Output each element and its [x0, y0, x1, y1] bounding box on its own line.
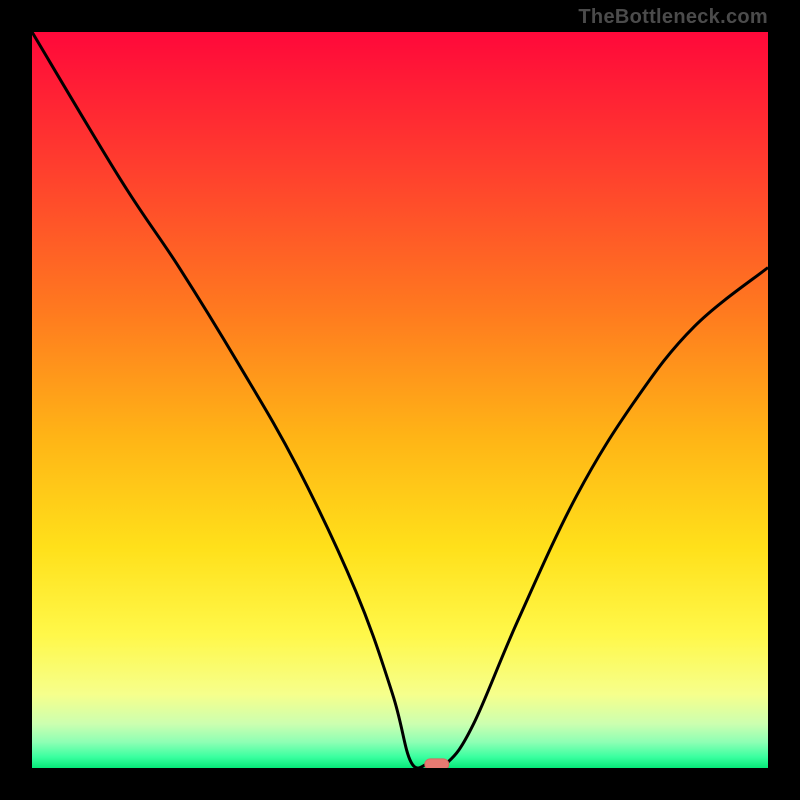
bottleneck-chart [32, 32, 768, 768]
plot-area [32, 32, 768, 768]
chart-frame: TheBottleneck.com [0, 0, 800, 800]
attribution-label: TheBottleneck.com [578, 6, 768, 29]
optimal-marker [425, 759, 449, 768]
gradient-background [32, 32, 768, 768]
